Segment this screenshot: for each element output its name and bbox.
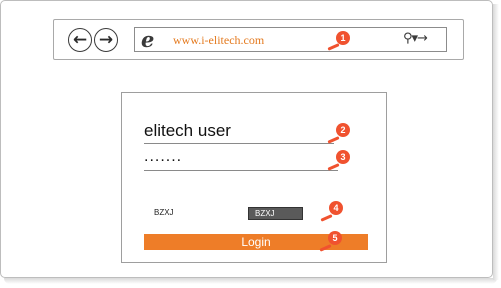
forward-button[interactable]: → <box>94 28 118 52</box>
address-bar[interactable]: e www.i-elitech.com ⚲▾→ <box>134 27 447 52</box>
login-panel: elitech user ....... BZXJ BZXJ Login <box>121 92 387 263</box>
browser-e-icon: e <box>141 27 155 52</box>
marker-1: 1 <box>336 31 350 45</box>
marker-3: 3 <box>336 150 350 164</box>
right-arrow-icon: → <box>98 29 114 50</box>
login-button-label: Login <box>241 235 271 249</box>
url-text[interactable]: www.i-elitech.com <box>173 33 264 48</box>
captcha-image-text: BZXJ <box>255 209 275 218</box>
captcha-code-label: BZXJ <box>154 208 174 217</box>
back-button[interactable]: ← <box>68 28 92 52</box>
browser-toolbar: ← → e www.i-elitech.com ⚲▾→ <box>53 19 464 60</box>
search-dropdown-go-icon[interactable]: ⚲▾→ <box>403 31 428 46</box>
marker-4: 4 <box>329 201 343 215</box>
marker-2: 2 <box>336 123 350 137</box>
marker-5: 5 <box>328 231 342 245</box>
username-underline <box>144 143 334 144</box>
left-arrow-icon: ← <box>72 29 88 50</box>
frame-shadow-bottom <box>4 278 497 284</box>
browser-window: ← → e www.i-elitech.com ⚲▾→ 1 elitech us… <box>0 0 493 278</box>
captcha-image[interactable]: BZXJ <box>248 207 303 220</box>
password-field[interactable]: ....... <box>144 149 182 165</box>
username-field[interactable]: elitech user <box>144 121 231 141</box>
password-underline <box>144 170 338 171</box>
frame-shadow-right <box>493 4 499 280</box>
